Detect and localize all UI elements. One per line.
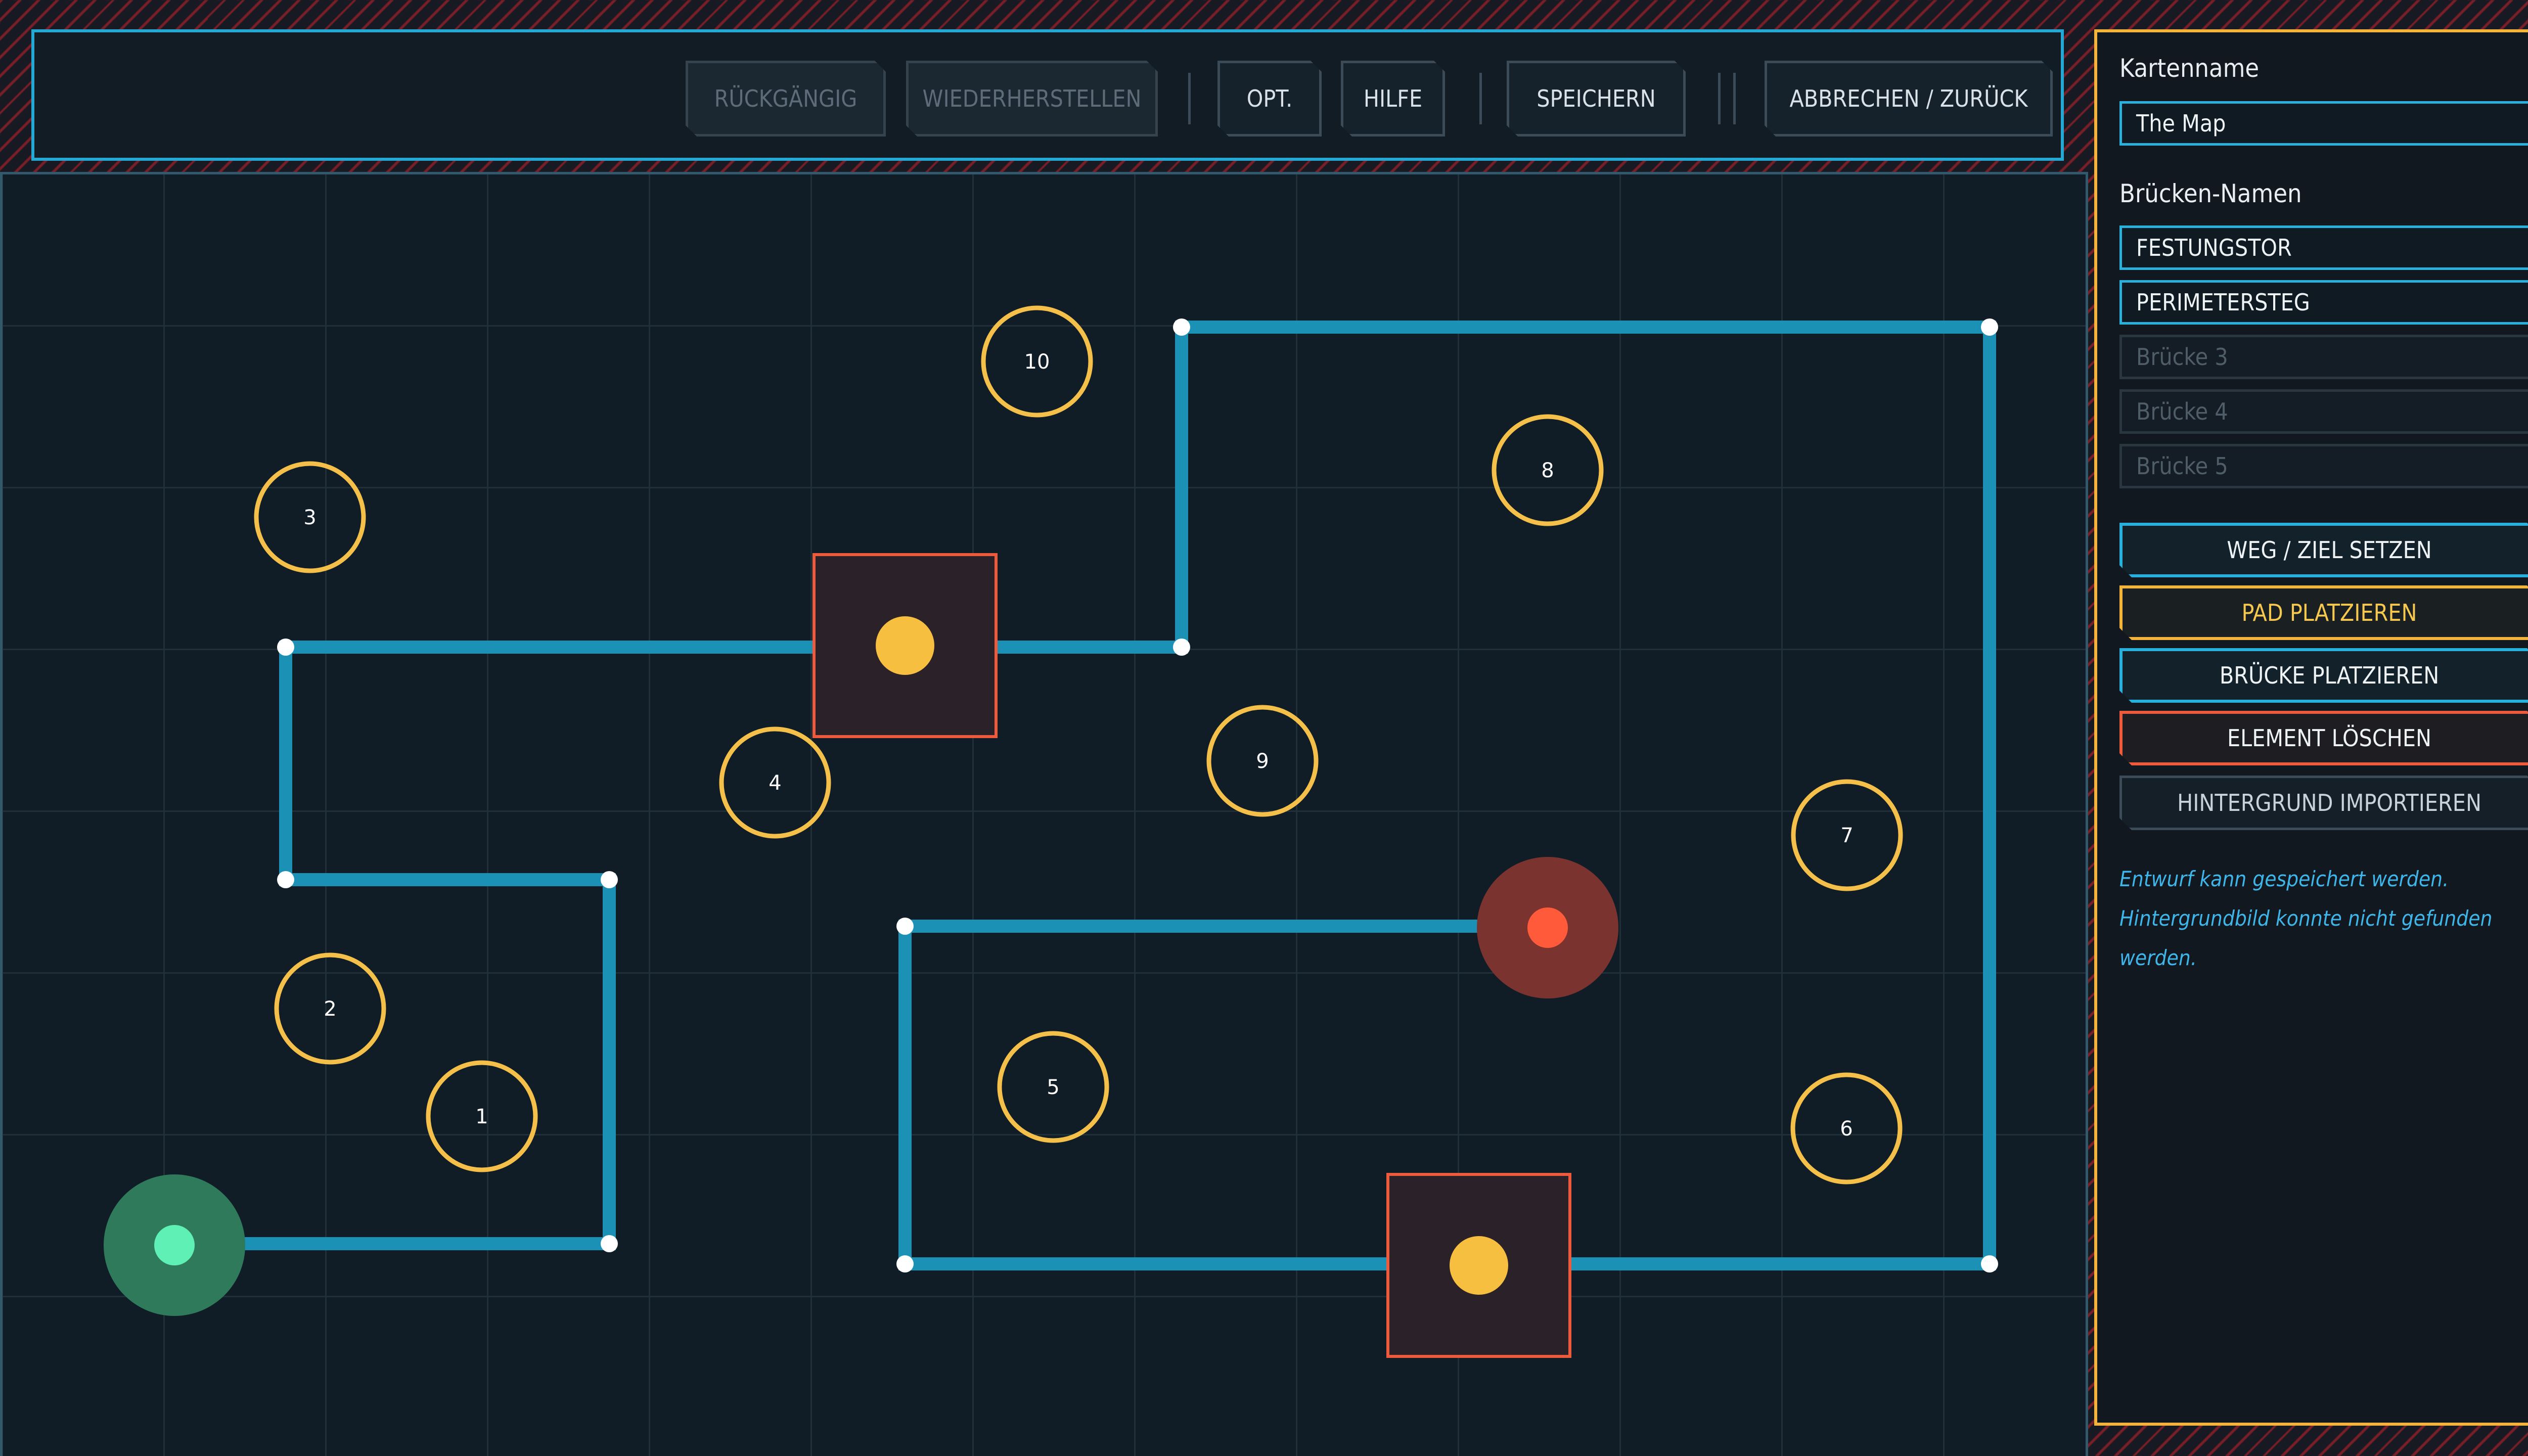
- place-bridge-button[interactable]: BRÜCKE PLATZIEREN: [2119, 648, 2528, 703]
- waypoint-node[interactable]: [277, 639, 294, 656]
- start-marker[interactable]: [104, 1174, 245, 1316]
- save-button[interactable]: SPEICHERN: [1507, 61, 1686, 136]
- path-line: [174, 321, 1996, 1270]
- waypoint-node[interactable]: [1173, 318, 1190, 336]
- pad-label: 3: [303, 506, 316, 529]
- goal-marker[interactable]: [1477, 857, 1618, 998]
- pad-7[interactable]: 7: [1791, 779, 1903, 891]
- toolbar-separator: [1733, 73, 1736, 124]
- pad-8[interactable]: 8: [1492, 414, 1604, 526]
- goal-icon: [1527, 907, 1568, 948]
- waypoint-node[interactable]: [1981, 318, 1998, 336]
- status-message: Entwurf kann gespeichert werden. Hinterg…: [2119, 859, 2528, 978]
- pad-label: 2: [324, 997, 336, 1021]
- bridge-marker-1[interactable]: [812, 553, 998, 738]
- editor-sidebar: Kartenname The Map Brücken-Namen FESTUNG…: [2094, 29, 2528, 1426]
- pad-label: 10: [1024, 350, 1050, 374]
- bridge-icon: [876, 616, 934, 675]
- bridge-name-input-2[interactable]: PERIMETERSTEG: [2119, 280, 2528, 325]
- waypoint-node[interactable]: [601, 1235, 618, 1252]
- cancel-back-button[interactable]: ABBRECHEN / ZURÜCK: [1765, 61, 2053, 136]
- pad-10[interactable]: 10: [981, 305, 1093, 418]
- pad-1[interactable]: 1: [426, 1060, 538, 1172]
- pad-6[interactable]: 6: [1790, 1072, 1903, 1185]
- set-path-goal-button[interactable]: WEG / ZIEL SETZEN: [2119, 523, 2528, 577]
- waypoint-node[interactable]: [896, 918, 914, 935]
- pad-4[interactable]: 4: [719, 726, 831, 839]
- toolbar-separator: [1718, 73, 1721, 124]
- pad-2[interactable]: 2: [274, 952, 386, 1065]
- toolbar: RÜCKGÄNGIG WIEDERHERSTELLEN OPT. HILFE S…: [31, 29, 2064, 161]
- waypoint-node[interactable]: [277, 871, 294, 888]
- undo-button[interactable]: RÜCKGÄNGIG: [686, 61, 886, 136]
- bridge-name-input-1[interactable]: FESTUNGSTOR: [2119, 225, 2528, 270]
- map-canvas[interactable]: 1 2 3 4 5 6 7 8 9 10: [0, 172, 2088, 1456]
- waypoint-node[interactable]: [896, 1255, 914, 1272]
- redo-button[interactable]: WIEDERHERSTELLEN: [906, 61, 1158, 136]
- pad-label: 6: [1840, 1117, 1853, 1141]
- delete-element-button[interactable]: ELEMENT LÖSCHEN: [2119, 711, 2528, 765]
- pad-5[interactable]: 5: [997, 1031, 1109, 1143]
- pad-label: 9: [1256, 750, 1269, 773]
- options-button[interactable]: OPT.: [1217, 61, 1322, 136]
- pad-label: 7: [1840, 824, 1853, 847]
- toolbar-separator: [1479, 73, 1482, 124]
- path-segment[interactable]: [174, 321, 1996, 1270]
- bridge-names-label: Brücken-Namen: [2119, 179, 2302, 208]
- pad-label: 8: [1541, 459, 1554, 482]
- import-background-button[interactable]: HINTERGRUND IMPORTIEREN: [2119, 776, 2528, 830]
- start-icon: [154, 1225, 195, 1265]
- bridge-icon: [1450, 1236, 1508, 1295]
- pad-label: 4: [769, 771, 781, 795]
- pad-label: 5: [1047, 1076, 1059, 1099]
- toolbar-separator: [1188, 73, 1191, 124]
- waypoint-node[interactable]: [1173, 639, 1190, 656]
- map-name-label: Kartenname: [2119, 54, 2260, 83]
- status-line: Entwurf kann gespeichert werden.: [2119, 867, 2449, 891]
- pad-9[interactable]: 9: [1206, 705, 1319, 817]
- waypoint-node[interactable]: [1981, 1255, 1998, 1272]
- status-line: Hintergrundbild konnte nicht gefunden: [2119, 906, 2493, 931]
- pad-label: 1: [475, 1105, 488, 1128]
- status-line: werden.: [2119, 945, 2197, 970]
- help-button[interactable]: HILFE: [1341, 61, 1445, 136]
- bridge-name-input-4[interactable]: Brücke 4: [2119, 389, 2528, 434]
- waypoint-node[interactable]: [601, 871, 618, 888]
- place-pad-button[interactable]: PAD PLATZIEREN: [2119, 585, 2528, 640]
- bridge-name-input-3[interactable]: Brücke 3: [2119, 335, 2528, 379]
- pad-3[interactable]: 3: [254, 461, 366, 573]
- map-name-input[interactable]: The Map: [2119, 101, 2528, 146]
- map-svg[interactable]: 1 2 3 4 5 6 7 8 9 10: [3, 174, 2088, 1456]
- bridge-marker-2[interactable]: [1386, 1173, 1571, 1358]
- bridge-name-input-5[interactable]: Brücke 5: [2119, 444, 2528, 488]
